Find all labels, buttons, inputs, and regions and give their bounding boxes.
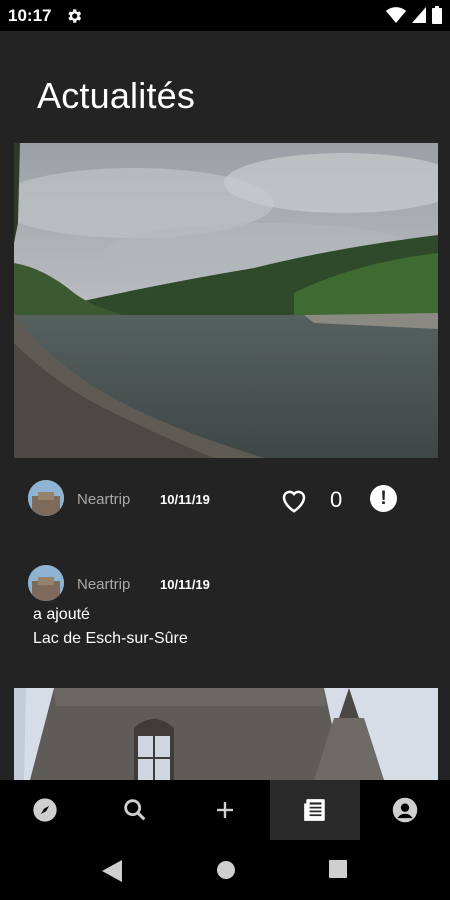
post-photo[interactable] bbox=[14, 688, 438, 780]
bottom-navigation bbox=[0, 780, 450, 840]
profile-icon bbox=[392, 797, 418, 823]
activity-action: a ajouté bbox=[33, 606, 90, 623]
wifi-icon bbox=[386, 7, 406, 23]
activity-date: 10/11/19 bbox=[160, 577, 210, 592]
avatar[interactable] bbox=[28, 565, 64, 601]
home-icon[interactable] bbox=[216, 860, 236, 880]
nav-news[interactable] bbox=[270, 780, 360, 840]
settings-icon bbox=[68, 9, 82, 23]
activity-author-row: Neartrip 10/11/19 bbox=[28, 565, 428, 605]
activity-description: a ajouté Lac de Esch-sur-Sûre bbox=[33, 603, 188, 651]
status-time: 10:17 bbox=[8, 6, 52, 25]
post-author-row: Neartrip 10/11/19 bbox=[28, 480, 428, 520]
nav-profile[interactable] bbox=[360, 780, 450, 840]
search-icon bbox=[124, 799, 146, 821]
battery-icon bbox=[432, 6, 442, 24]
plus-icon bbox=[217, 802, 233, 818]
nav-add[interactable] bbox=[180, 780, 270, 840]
system-navigation bbox=[0, 840, 450, 900]
like-count: 0 bbox=[330, 487, 343, 512]
compass-icon bbox=[33, 798, 57, 822]
author-name[interactable]: Neartrip bbox=[77, 576, 130, 593]
news-feed-screen: Actualités Neartrip 10/11/19 0 ! Neartri… bbox=[0, 31, 450, 780]
recents-icon[interactable] bbox=[329, 860, 347, 878]
post-photo[interactable] bbox=[14, 143, 438, 458]
page-title: Actualités bbox=[37, 75, 196, 116]
status-bar: 10:17 bbox=[0, 0, 450, 31]
post-date: 10/11/19 bbox=[160, 492, 210, 507]
heart-outline-icon[interactable] bbox=[279, 485, 309, 515]
back-icon[interactable] bbox=[102, 860, 122, 882]
news-icon bbox=[304, 799, 325, 821]
activity-place-link[interactable]: Lac de Esch-sur-Sûre bbox=[33, 627, 188, 651]
exclamation-icon[interactable]: ! bbox=[370, 485, 397, 512]
author-name[interactable]: Neartrip bbox=[77, 491, 130, 508]
nav-search[interactable] bbox=[90, 780, 180, 840]
signal-icon bbox=[412, 7, 426, 23]
avatar[interactable] bbox=[28, 480, 64, 516]
nav-explore[interactable] bbox=[0, 780, 90, 840]
